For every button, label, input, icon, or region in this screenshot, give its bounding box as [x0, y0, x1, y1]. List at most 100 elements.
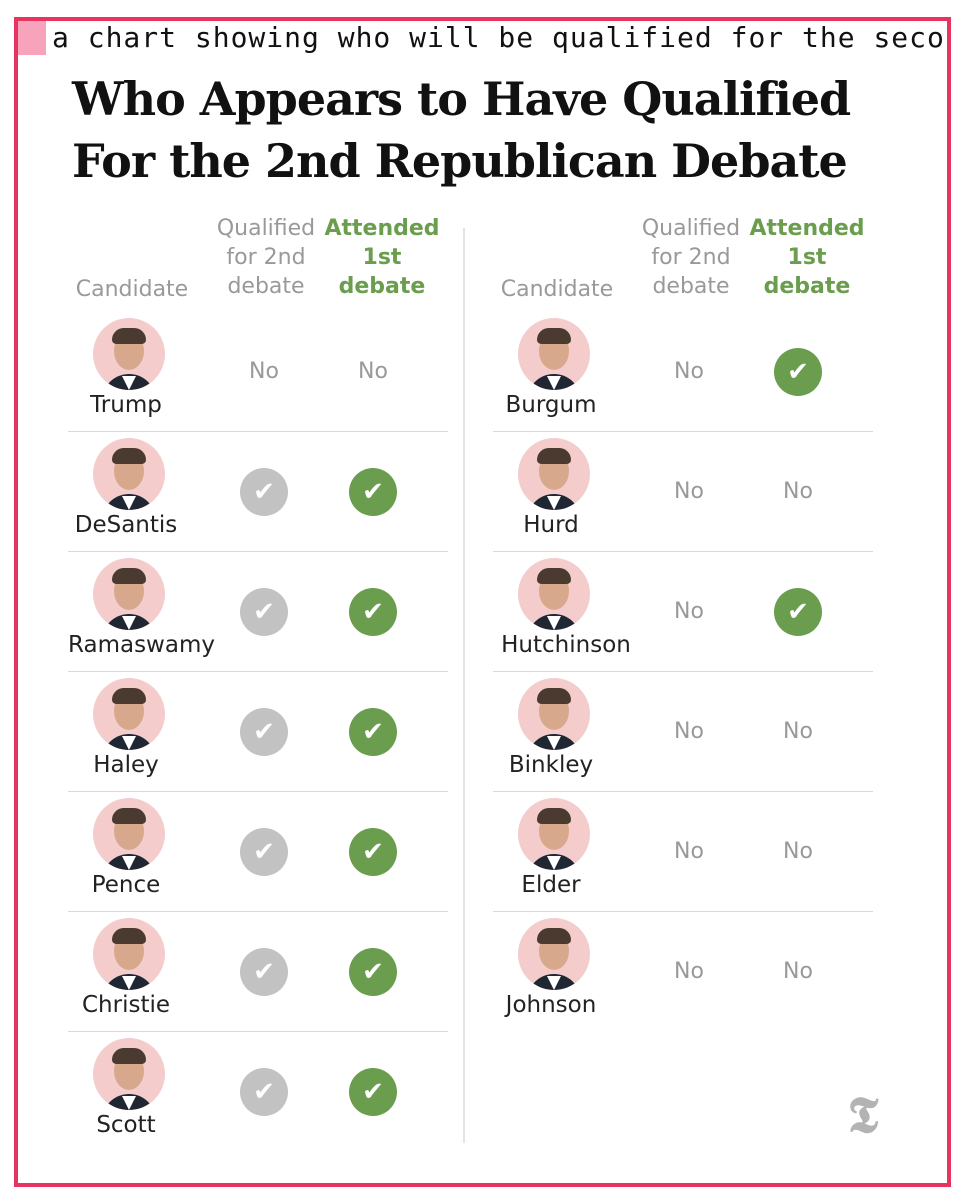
attended-1st-cell: No — [774, 468, 822, 516]
candidate-row: Christie ✔ ✔ — [68, 912, 448, 1032]
candidate-row: DeSantis ✔ ✔ — [68, 432, 448, 552]
no-label: No — [783, 839, 813, 864]
left-table-header: Candidate Qualified for 2nd debate Atten… — [68, 212, 448, 312]
candidate-name: DeSantis — [74, 512, 178, 538]
candidate-row: Hutchinson No ✔ — [493, 552, 873, 672]
attended-1st-cell: ✔ — [774, 348, 822, 396]
no-label: No — [783, 479, 813, 504]
title-line-1: Who Appears to Have Qualified — [72, 72, 851, 126]
qualified-2nd-cell: No — [665, 588, 713, 636]
caption-text: a chart showing who will be qualified fo… — [52, 21, 947, 54]
candidate-name: Elder — [521, 872, 581, 898]
right-table: Candidate Qualified for 2nd debate Atten… — [493, 212, 873, 1032]
no-label: No — [783, 959, 813, 984]
no-label: No — [674, 359, 704, 384]
candidate-photo — [93, 798, 165, 870]
candidate-row: Johnson No No — [493, 912, 873, 1032]
checkmark-icon: ✔ — [240, 1068, 288, 1116]
candidate-row: Scott ✔ ✔ — [68, 1032, 448, 1152]
candidate-row: Hurd No No — [493, 432, 873, 552]
attended-1st-cell: ✔ — [774, 588, 822, 636]
qualified-2nd-cell: No — [665, 468, 713, 516]
checkmark-icon: ✔ — [774, 588, 822, 636]
checkmark-icon: ✔ — [349, 588, 397, 636]
candidate-photo — [93, 318, 165, 390]
left-rows: Trump No No DeSantis ✔ ✔ Ramaswamy ✔ ✔ Haley ✔ ✔ Pen… — [68, 312, 448, 1152]
qualified-2nd-cell: ✔ — [240, 828, 288, 876]
candidate-photo — [518, 558, 590, 630]
candidate-photo — [93, 438, 165, 510]
qualified-2nd-cell: No — [665, 708, 713, 756]
qualified-2nd-cell: No — [665, 948, 713, 996]
right-rows: Burgum No ✔ Hurd No No Hutchinson No ✔ Binkley No N… — [493, 312, 873, 1032]
header-attended: Attended 1st debate — [324, 216, 440, 299]
column-divider — [463, 228, 465, 1143]
header-candidate: Candidate — [75, 277, 189, 302]
checkmark-icon: ✔ — [349, 828, 397, 876]
checkmark-icon: ✔ — [349, 948, 397, 996]
attended-1st-cell: No — [774, 948, 822, 996]
candidate-name: Burgum — [505, 392, 597, 418]
candidate-name: Binkley — [508, 752, 594, 778]
candidate-row: Elder No No — [493, 792, 873, 912]
no-label: No — [674, 839, 704, 864]
candidate-row: Burgum No ✔ — [493, 312, 873, 432]
attended-1st-cell: ✔ — [349, 828, 397, 876]
candidate-name: Haley — [93, 752, 159, 778]
checkmark-icon: ✔ — [240, 708, 288, 756]
candidate-name: Hutchinson — [501, 632, 631, 658]
right-table-header: Candidate Qualified for 2nd debate Atten… — [493, 212, 873, 312]
candidate-row: Pence ✔ ✔ — [68, 792, 448, 912]
checkmark-icon: ✔ — [240, 828, 288, 876]
no-label: No — [249, 359, 279, 384]
candidate-photo — [518, 918, 590, 990]
candidate-name: Johnson — [505, 992, 597, 1018]
candidate-row: Haley ✔ ✔ — [68, 672, 448, 792]
no-label: No — [674, 959, 704, 984]
candidate-photo — [518, 678, 590, 750]
candidate-photo — [93, 1038, 165, 1110]
candidate-row: Binkley No No — [493, 672, 873, 792]
candidate-photo — [93, 678, 165, 750]
left-table: Candidate Qualified for 2nd debate Atten… — [68, 212, 448, 1152]
candidate-name: Hurd — [523, 512, 579, 538]
qualified-2nd-cell: ✔ — [240, 588, 288, 636]
checkmark-icon: ✔ — [349, 708, 397, 756]
qualified-2nd-cell: ✔ — [240, 708, 288, 756]
no-label: No — [358, 359, 388, 384]
nyt-t-logo-icon: 𝕿 — [847, 1085, 879, 1144]
candidate-name: Ramaswamy — [68, 632, 215, 658]
attended-1st-cell: No — [774, 708, 822, 756]
checkmark-icon: ✔ — [240, 948, 288, 996]
candidate-name: Pence — [91, 872, 161, 898]
attended-1st-cell: ✔ — [349, 708, 397, 756]
checkmark-icon: ✔ — [349, 1068, 397, 1116]
attended-1st-cell: ✔ — [349, 588, 397, 636]
no-label: No — [783, 719, 813, 744]
candidate-photo — [93, 918, 165, 990]
qualified-2nd-cell: No — [665, 348, 713, 396]
attended-1st-cell: No — [349, 348, 397, 396]
no-label: No — [674, 719, 704, 744]
qualified-2nd-cell: ✔ — [240, 1068, 288, 1116]
candidate-photo — [518, 318, 590, 390]
candidate-photo — [518, 798, 590, 870]
header-candidate: Candidate — [500, 277, 614, 302]
candidate-name: Trump — [90, 392, 162, 418]
checkmark-icon: ✔ — [774, 348, 822, 396]
candidate-name: Scott — [96, 1112, 156, 1138]
candidate-row: Trump No No — [68, 312, 448, 432]
qualified-2nd-cell: No — [665, 828, 713, 876]
no-label: No — [674, 599, 704, 624]
attended-1st-cell: ✔ — [349, 468, 397, 516]
candidate-photo — [93, 558, 165, 630]
no-label: No — [674, 479, 704, 504]
qualified-2nd-cell: ✔ — [240, 468, 288, 516]
qualified-2nd-cell: ✔ — [240, 948, 288, 996]
title-line-2: For the 2nd Republican Debate — [72, 134, 848, 188]
header-qualified: Qualified for 2nd debate — [216, 216, 316, 299]
qualified-2nd-cell: No — [240, 348, 288, 396]
attended-1st-cell: No — [774, 828, 822, 876]
attended-1st-cell: ✔ — [349, 1068, 397, 1116]
caption-marker — [18, 21, 46, 55]
